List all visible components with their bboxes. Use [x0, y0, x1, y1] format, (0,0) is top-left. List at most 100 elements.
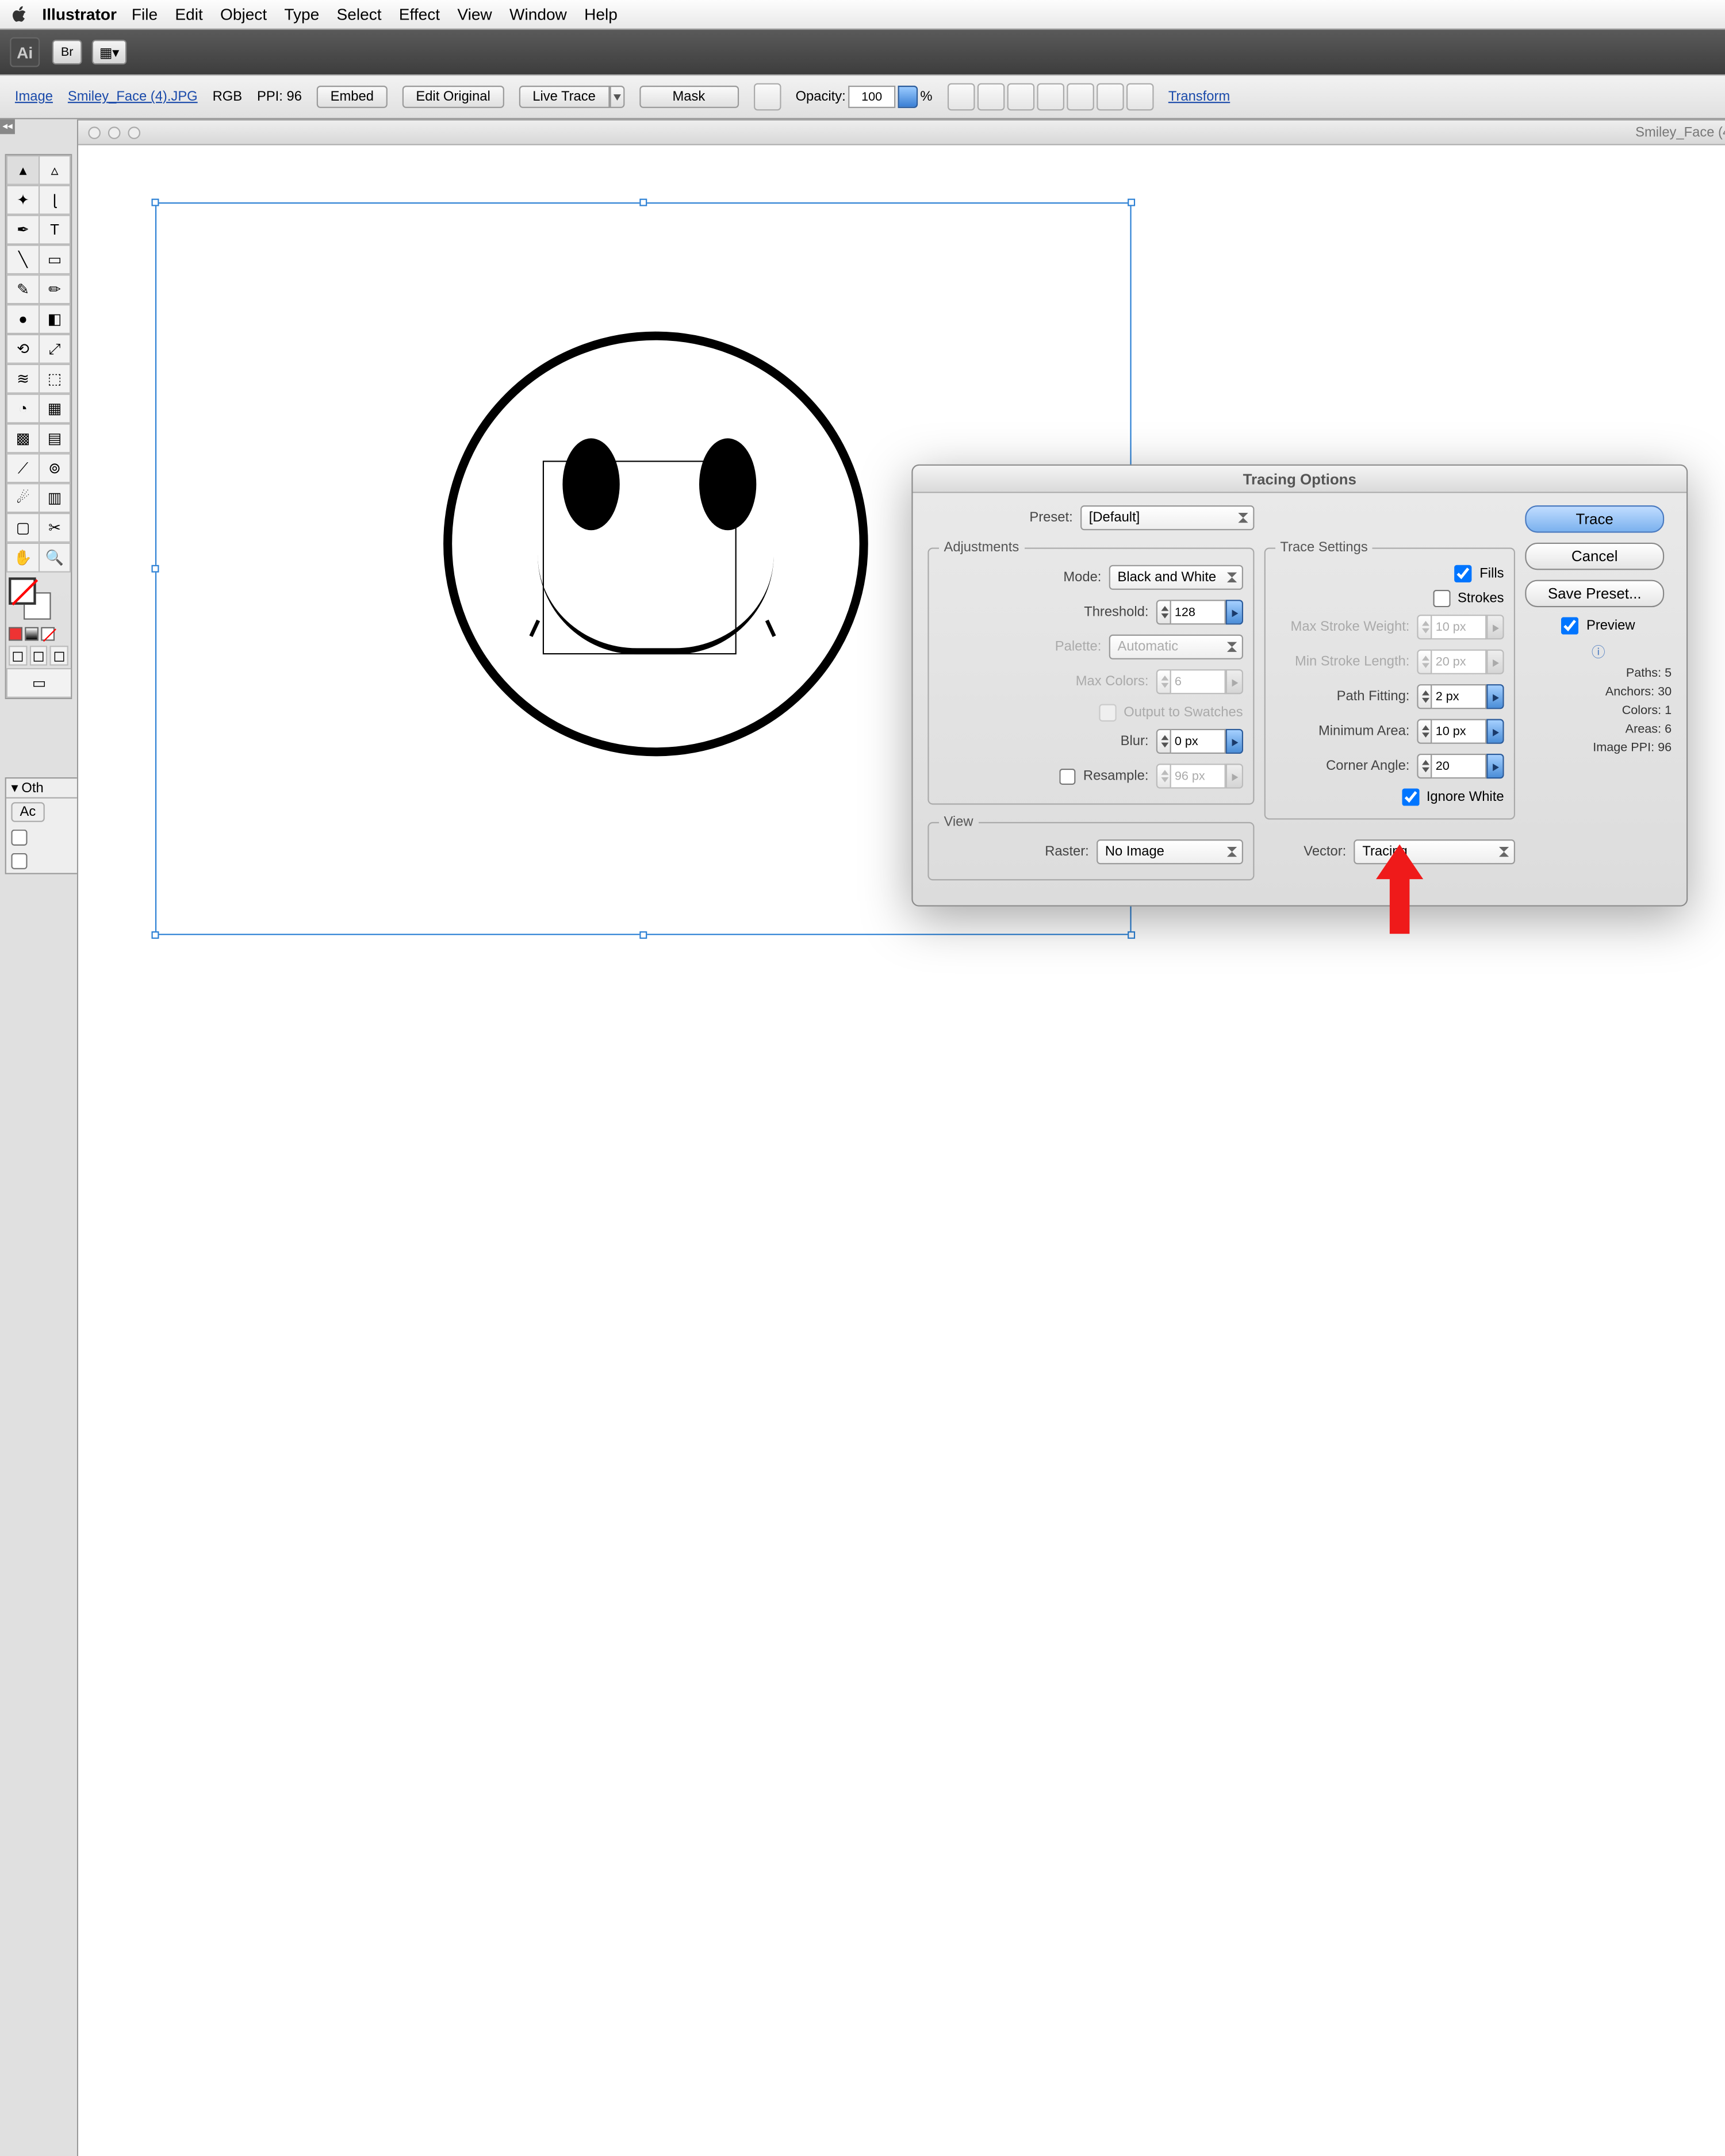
window-min[interactable] — [108, 126, 121, 139]
type-tool[interactable]: T — [39, 215, 71, 245]
opacity-slider-arrow[interactable] — [898, 86, 918, 108]
arrange-documents-button[interactable]: ▦▾ — [92, 40, 126, 64]
menu-effect[interactable]: Effect — [399, 5, 440, 24]
align-btn-4[interactable] — [1037, 83, 1064, 111]
object-type-link[interactable]: Image — [15, 90, 53, 105]
corner-spin[interactable] — [1417, 754, 1504, 778]
pencil-tool[interactable]: ✏ — [39, 274, 71, 304]
live-trace-button[interactable]: Live Trace — [519, 86, 609, 108]
magic-wand-tool[interactable]: ✦ — [6, 185, 39, 215]
transform-link[interactable]: Transform — [1168, 90, 1230, 105]
fill-stroke-swatch[interactable] — [9, 577, 68, 619]
maxcolors-spin — [1156, 669, 1243, 694]
stat-ppi: Image PPI: 96 — [1525, 741, 1672, 755]
panel-collapse-left-1[interactable]: ◂◂ — [0, 119, 15, 134]
fills-check[interactable] — [1455, 565, 1472, 582]
align-btn-5[interactable] — [1067, 83, 1094, 111]
slice-tool[interactable]: ✂ — [39, 513, 71, 543]
mask-button[interactable]: Mask — [639, 86, 738, 108]
hand-tool[interactable]: ✋ — [6, 543, 39, 573]
stat-anchors: Anchors: 30 — [1525, 685, 1672, 699]
scale-tool[interactable]: ⤢ — [39, 334, 71, 364]
selection-tool[interactable]: ▴ — [6, 155, 39, 185]
shape-builder-tool[interactable]: ◔ — [6, 394, 39, 424]
embed-button[interactable]: Embed — [317, 86, 388, 108]
fill-swatch[interactable] — [9, 577, 36, 605]
free-transform-tool[interactable]: ⬚ — [39, 364, 71, 394]
app-name[interactable]: Illustrator — [42, 5, 117, 24]
apple-logo-icon — [10, 5, 30, 25]
symbol-sprayer-tool[interactable]: ☄ — [6, 483, 39, 513]
tracing-options-dialog: Tracing Options Preset:[Default] Adjustm… — [911, 465, 1688, 907]
canvas[interactable] — [78, 145, 1725, 2156]
sub-check-2[interactable] — [11, 853, 27, 869]
dialog-title: Tracing Options — [913, 466, 1686, 493]
align-btn-2[interactable] — [977, 83, 1005, 111]
cancel-button[interactable]: Cancel — [1525, 543, 1664, 570]
menu-type[interactable]: Type — [284, 5, 319, 24]
preview-check[interactable] — [1562, 617, 1579, 634]
opacity-input[interactable] — [848, 86, 895, 108]
file-link[interactable]: Smiley_Face (4).JPG — [68, 90, 198, 105]
lasso-tool[interactable]: ɭ — [39, 185, 71, 215]
gradient-mode-mini[interactable] — [25, 627, 39, 641]
graph-tool[interactable]: ▥ — [39, 483, 71, 513]
width-tool[interactable]: ≋ — [6, 364, 39, 394]
live-trace-dropdown[interactable] — [610, 86, 624, 108]
align-btn-6[interactable] — [1097, 83, 1124, 111]
menu-view[interactable]: View — [457, 5, 492, 24]
smiley-artwork — [443, 332, 868, 757]
menu-edit[interactable]: Edit — [175, 5, 202, 24]
perspective-tool[interactable]: ▦ — [39, 394, 71, 424]
menu-help[interactable]: Help — [584, 5, 618, 24]
bridge-button[interactable]: Br — [52, 40, 82, 64]
menu-file[interactable]: File — [132, 5, 158, 24]
resample-check[interactable] — [1060, 768, 1076, 784]
draw-normal[interactable]: ◻ — [9, 646, 27, 666]
direct-selection-tool[interactable]: ▵ — [39, 155, 71, 185]
menu-select[interactable]: Select — [337, 5, 382, 24]
menu-window[interactable]: Window — [509, 5, 567, 24]
minarea-spin[interactable] — [1417, 719, 1504, 744]
paintbrush-tool[interactable]: ✎ — [6, 274, 39, 304]
color-mode-mini[interactable] — [9, 627, 22, 641]
ignore-white-check[interactable] — [1402, 788, 1419, 805]
line-tool[interactable]: ╲ — [6, 244, 39, 274]
rotate-tool[interactable]: ⟲ — [6, 334, 39, 364]
blur-spin[interactable] — [1156, 729, 1243, 754]
align-btn-7[interactable] — [1126, 83, 1153, 111]
sub-check-1[interactable] — [11, 830, 27, 846]
align-btn-1[interactable] — [947, 83, 975, 111]
align-btn-3[interactable] — [1007, 83, 1034, 111]
pen-tool[interactable]: ✒ — [6, 215, 39, 245]
artboard-tool[interactable]: ▢ — [6, 513, 39, 543]
strokes-check[interactable] — [1433, 590, 1450, 607]
path-spin[interactable] — [1417, 684, 1504, 709]
sub-collapse[interactable]: ▾ — [11, 780, 18, 796]
draw-behind[interactable]: ◻ — [29, 646, 48, 666]
eraser-tool[interactable]: ◧ — [39, 304, 71, 334]
mesh-tool[interactable]: ▩ — [6, 424, 39, 454]
sub-add[interactable]: Ac — [11, 802, 44, 822]
window-close[interactable] — [88, 126, 101, 139]
blend-tool[interactable]: ⊚ — [39, 453, 71, 483]
info-icon[interactable]: ⓘ — [1525, 642, 1672, 662]
save-preset-button[interactable]: Save Preset... — [1525, 580, 1664, 608]
menu-object[interactable]: Object — [220, 5, 267, 24]
none-mode-mini[interactable] — [41, 627, 55, 641]
mode-select[interactable]: Black and White — [1109, 565, 1243, 590]
edit-original-button[interactable]: Edit Original — [402, 86, 504, 108]
eyedropper-tool[interactable]: ⟋ — [6, 453, 39, 483]
rectangle-tool[interactable]: ▭ — [39, 244, 71, 274]
screen-mode[interactable]: ▭ — [6, 668, 71, 698]
gradient-tool[interactable]: ▤ — [39, 424, 71, 454]
clip-icon-button[interactable] — [753, 83, 781, 111]
trace-button[interactable]: Trace — [1525, 505, 1664, 533]
threshold-spin[interactable] — [1156, 600, 1243, 624]
blob-brush-tool[interactable]: ● — [6, 304, 39, 334]
raster-select[interactable]: No Image — [1097, 839, 1243, 864]
draw-inside[interactable]: ◻ — [50, 646, 68, 666]
zoom-tool[interactable]: 🔍 — [39, 543, 71, 573]
preset-select[interactable]: [Default] — [1080, 505, 1254, 530]
window-zoom[interactable] — [128, 126, 140, 139]
